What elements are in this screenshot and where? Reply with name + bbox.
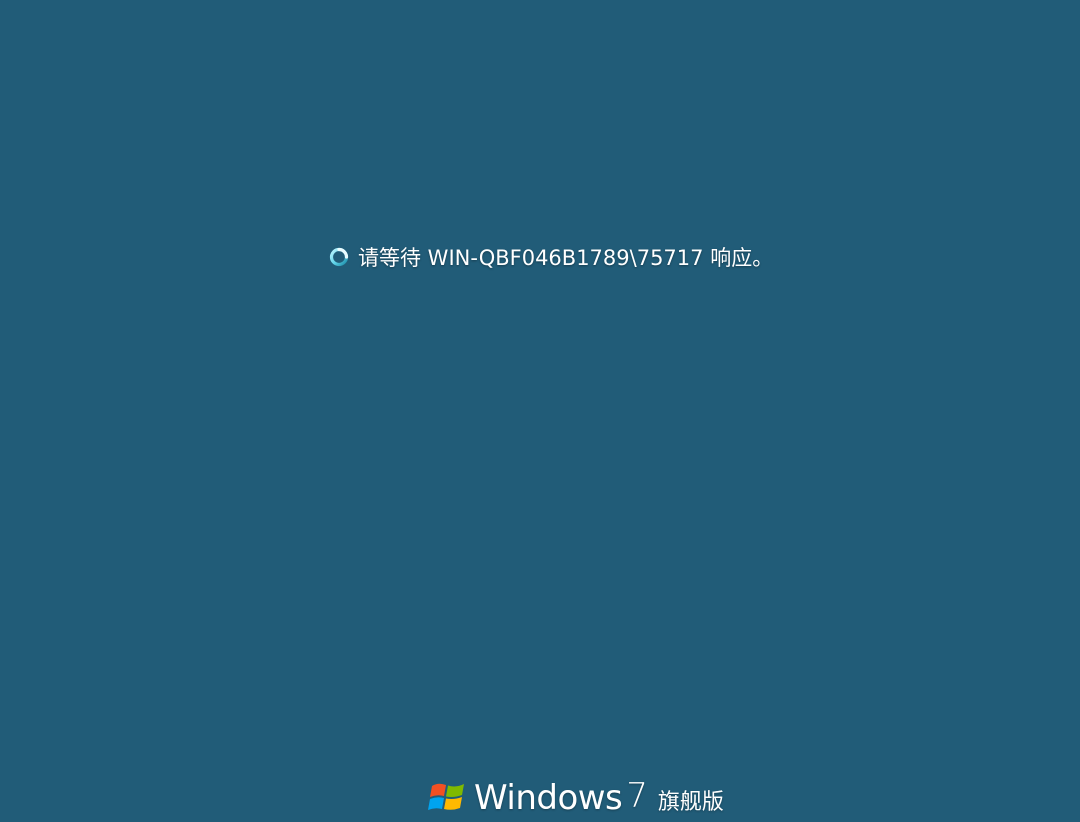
logon-screen: { "status": { "message": "请等待 WIN-QBF046… [0,0,1080,822]
windows-branding: Windows 7 旗舰版 [428,774,724,822]
wait-status: 请等待 WIN-QBF046B1789\75717 响应。 [328,241,773,273]
wait-message: 请等待 WIN-QBF046B1789\75717 响应。 [358,246,774,270]
product-edition: 旗舰版 [657,790,724,815]
product-version: 7 [626,776,648,816]
product-name: Windows [474,778,623,818]
windows-flag-icon [428,778,468,818]
busy-spinner-icon [328,246,350,268]
